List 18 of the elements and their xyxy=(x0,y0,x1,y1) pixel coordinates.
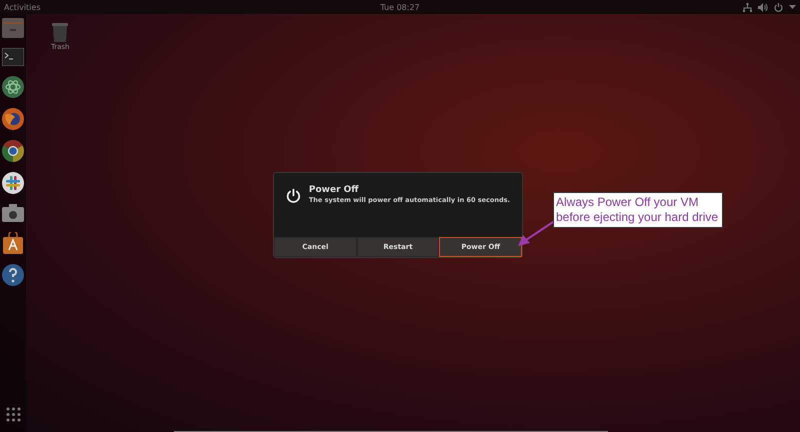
hash-icon[interactable] xyxy=(2,172,24,194)
fox-globe-icon[interactable] xyxy=(2,108,24,130)
volume-icon[interactable] xyxy=(758,2,768,12)
app-grid-icon[interactable] xyxy=(6,407,20,422)
camera-icon[interactable] xyxy=(2,204,24,222)
terminal-icon[interactable] xyxy=(2,48,24,66)
annotation-callout: Always Power Off your VM before ejecting your hard drive xyxy=(553,192,723,228)
clock[interactable]: Tue 08:27 xyxy=(380,2,420,12)
activities-button[interactable]: Activities xyxy=(4,2,40,12)
dialog-title: Power Off xyxy=(308,185,360,195)
caret-icon[interactable] xyxy=(789,4,796,10)
network-icon[interactable] xyxy=(743,2,752,12)
help-icon[interactable] xyxy=(2,264,24,286)
browser-icon[interactable] xyxy=(2,140,24,162)
shopping-bag-icon[interactable] xyxy=(2,232,24,254)
power-icon[interactable] xyxy=(774,2,783,12)
atom-icon[interactable] xyxy=(2,76,24,98)
trash-can-icon[interactable] xyxy=(52,22,68,42)
